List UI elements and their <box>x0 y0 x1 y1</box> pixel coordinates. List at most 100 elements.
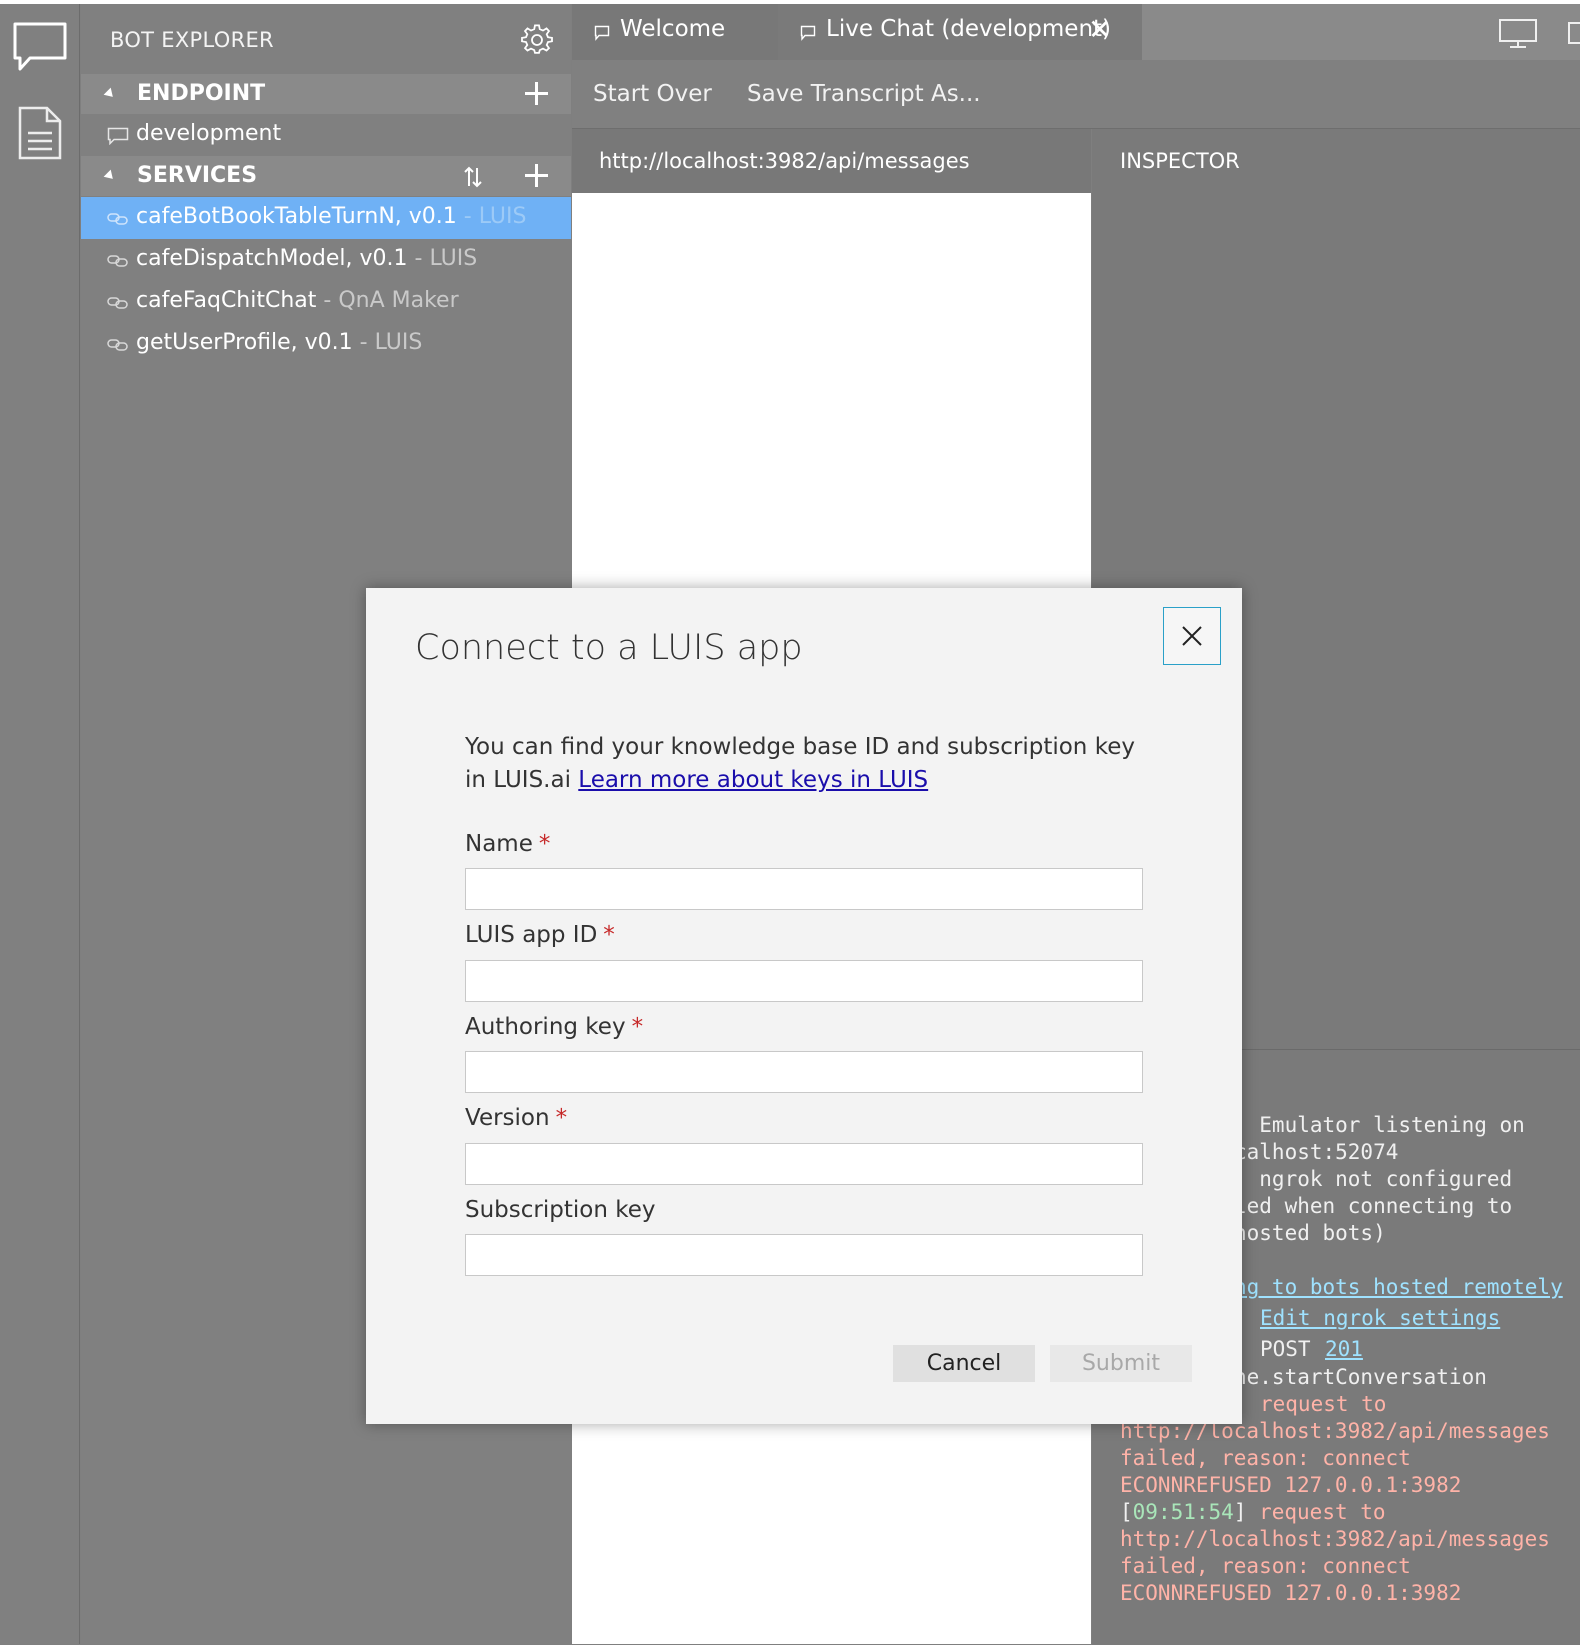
endpoint-section-header[interactable]: ENDPOINT <box>81 74 571 114</box>
service-type: - QnA Maker <box>323 288 459 313</box>
log-error-line: request to <box>1260 1392 1387 1416</box>
transcript-nav-button[interactable] <box>0 90 80 176</box>
tab-welcome[interactable]: Welcome <box>572 4 778 60</box>
service-item-cafefaqchitchat[interactable]: cafeFaqChitChat - QnA Maker <box>81 281 571 323</box>
document-icon <box>18 106 62 160</box>
monitor-icon[interactable] <box>1498 18 1538 50</box>
dialog-title: Connect to a LUIS app <box>415 628 803 668</box>
log-line: ] ngrok not configured <box>1234 1167 1513 1191</box>
log-link-ngrok-settings[interactable]: Edit ngrok settings <box>1260 1306 1500 1330</box>
log-line: ] Emulator listening on <box>1234 1113 1525 1137</box>
add-endpoint-plus-icon[interactable] <box>522 79 552 109</box>
link-icon <box>107 213 128 225</box>
chat-nav-button[interactable] <box>0 4 80 90</box>
tab-bar: Welcome Live Chat (development) ✕ <box>572 4 1580 60</box>
required-marker: * <box>538 831 551 857</box>
endpoint-item-development[interactable]: development <box>81 114 571 156</box>
connect-luis-dialog: Connect to a LUIS app You can find your … <box>366 588 1242 1424</box>
log-timestamp: 09:51:54 <box>1132 1500 1234 1524</box>
link-icon <box>107 297 128 309</box>
add-service-plus-icon[interactable] <box>522 161 552 191</box>
inspector-title: INSPECTOR <box>1120 149 1240 173</box>
learn-more-link[interactable]: Learn more about keys in LUIS <box>578 767 928 793</box>
tab-label: Live Chat (development) <box>826 16 1112 42</box>
submit-button[interactable]: Submit <box>1050 1345 1192 1382</box>
version-input[interactable] <box>465 1143 1143 1185</box>
sort-icon[interactable] <box>462 165 484 189</box>
service-name: cafeBotBookTableTurnN, v0.1 <box>136 204 457 229</box>
luis-app-id-label: LUIS app ID * <box>465 922 615 948</box>
version-label: Version * <box>465 1105 567 1131</box>
service-item-text: cafeDispatchModel, v0.1 - LUIS <box>136 246 477 271</box>
chat-bubble-icon <box>13 22 67 71</box>
collapse-triangle-icon[interactable] <box>103 87 117 101</box>
tab-live-chat[interactable]: Live Chat (development) ✕ <box>778 4 1142 60</box>
link-icon <box>107 255 128 267</box>
name-input[interactable] <box>465 868 1143 910</box>
save-transcript-button[interactable]: Save Transcript As... <box>747 81 981 107</box>
required-marker: * <box>555 1105 568 1131</box>
tab-label: Welcome <box>620 16 726 42</box>
chat-bubble-icon <box>107 127 129 145</box>
luis-app-id-input[interactable] <box>465 960 1143 1002</box>
subscription-key-input[interactable] <box>465 1234 1143 1276</box>
field-label-text: LUIS app ID <box>465 922 598 948</box>
explorer-title: BOT EXPLORER <box>110 28 274 52</box>
close-dialog-button[interactable] <box>1163 607 1221 665</box>
dialog-description: You can find your knowledge base ID and … <box>465 731 1145 797</box>
service-item-cafedispatchmodel[interactable]: cafeDispatchModel, v0.1 - LUIS <box>81 239 571 281</box>
endpoint-url: http://localhost:3982/api/messages <box>599 149 970 173</box>
service-item-cafebotbooktableturnn[interactable]: cafeBotBookTableTurnN, v0.1 - LUIS <box>81 197 571 239</box>
service-type: - LUIS <box>414 246 478 271</box>
services-section-label: SERVICES <box>137 163 258 188</box>
activity-bar <box>0 4 80 1644</box>
log-post-status-link[interactable]: 201 <box>1325 1337 1363 1361</box>
log-line: hosted bots) <box>1234 1221 1386 1245</box>
field-label-text: Name <box>465 831 533 857</box>
service-item-text: cafeFaqChitChat - QnA Maker <box>136 288 459 313</box>
chat-tab-icon <box>800 25 816 41</box>
chat-header: http://localhost:3982/api/messages <box>572 129 1091 193</box>
name-label: Name * <box>465 831 550 857</box>
log-line: ne.startConversation <box>1234 1365 1487 1389</box>
gear-icon[interactable] <box>521 24 553 56</box>
endpoint-section-label: ENDPOINT <box>137 81 266 106</box>
log-link-remote-bots[interactable]: ng to bots hosted remotely <box>1234 1275 1563 1299</box>
subscription-key-label: Subscription key <box>465 1197 656 1223</box>
service-item-text: cafeBotBookTableTurnN, v0.1 - LUIS <box>136 204 526 229</box>
close-icon <box>1182 626 1202 646</box>
service-name: getUserProfile, v0.1 <box>136 330 353 355</box>
log-error-line: ECONNREFUSED 127.0.0.1:3982 <box>1120 1581 1462 1605</box>
log-error-text: request to <box>1259 1500 1386 1524</box>
collapse-triangle-icon[interactable] <box>103 169 117 183</box>
log-error-line: ECONNREFUSED 127.0.0.1:3982 <box>1120 1473 1462 1497</box>
restore-window-icon[interactable] <box>1568 22 1580 44</box>
log-timestamp-line: [09:51:54] request to <box>1120 1500 1386 1524</box>
endpoint-item-label: development <box>136 121 282 146</box>
services-section-header[interactable]: SERVICES <box>81 156 571 196</box>
explorer-header: BOT EXPLORER <box>81 4 571 74</box>
service-item-text: getUserProfile, v0.1 - LUIS <box>136 330 422 355</box>
service-type: - LUIS <box>359 330 423 355</box>
log-error-line: failed, reason: connect <box>1120 1554 1411 1578</box>
required-marker: * <box>631 1014 644 1040</box>
service-item-getuserprofile[interactable]: getUserProfile, v0.1 - LUIS <box>81 323 571 365</box>
service-name: cafeFaqChitChat <box>136 288 317 313</box>
field-label-text: Version <box>465 1105 550 1131</box>
log-line: led when connecting to <box>1234 1194 1513 1218</box>
document-tab-icon <box>594 25 610 41</box>
close-tab-icon[interactable]: ✕ <box>1088 16 1111 44</box>
chat-toolbar: Start Over Save Transcript As... <box>572 60 1580 129</box>
log-post-method: POST <box>1260 1337 1311 1361</box>
link-icon <box>107 339 128 351</box>
authoring-key-label: Authoring key * <box>465 1014 643 1040</box>
service-type: - LUIS <box>463 204 527 229</box>
field-label-text: Authoring key <box>465 1014 626 1040</box>
start-over-button[interactable]: Start Over <box>593 81 712 107</box>
required-marker: * <box>603 922 615 948</box>
log-line: calhost:52074 <box>1234 1140 1399 1164</box>
service-name: cafeDispatchModel, v0.1 <box>136 246 408 271</box>
authoring-key-input[interactable] <box>465 1051 1143 1093</box>
log-error-line: failed, reason: connect <box>1120 1446 1411 1470</box>
cancel-button[interactable]: Cancel <box>893 1345 1035 1382</box>
